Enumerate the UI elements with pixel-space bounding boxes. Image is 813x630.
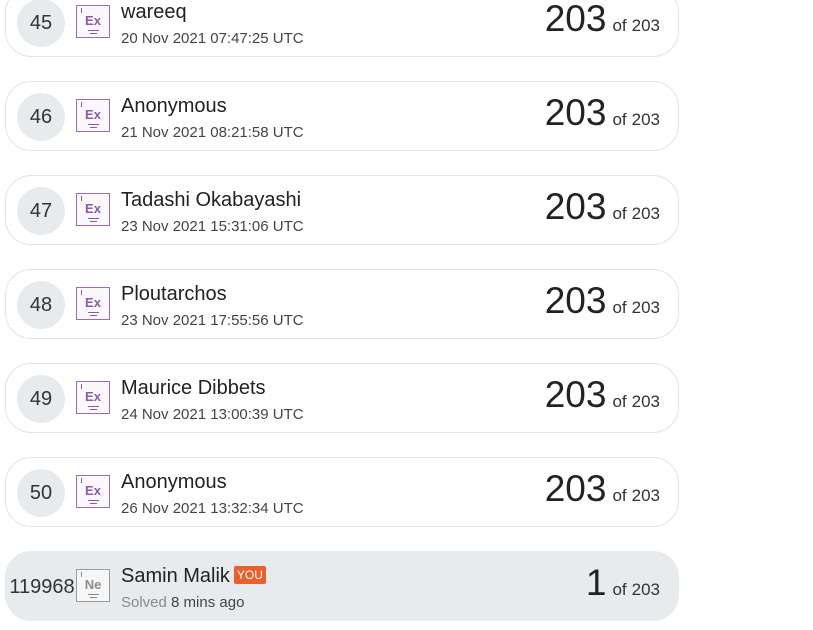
solved-label: Solved — [121, 594, 167, 611]
user-name[interactable]: Anonymous — [121, 471, 227, 494]
score-of-label: of — [612, 204, 627, 223]
rank-number: 49 — [17, 375, 65, 423]
score-total: 203 — [631, 16, 660, 35]
badge-label: Ex — [85, 295, 101, 310]
user-name[interactable]: Maurice Dibbets — [121, 377, 266, 400]
score-of-label: of — [612, 392, 627, 411]
you-badge: YOU — [233, 566, 266, 584]
leaderboard-row: 49 Ex Maurice Dibbets 24 Nov 2021 13:00:… — [5, 363, 679, 433]
solve-time: 21 Nov 2021 08:21:58 UTC — [121, 124, 304, 141]
score-total: 203 — [631, 580, 660, 599]
rank-number: 119968 — [9, 575, 75, 598]
score: 203 of 203 — [545, 0, 660, 40]
badge-label: Ex — [85, 13, 101, 28]
excellent-badge-icon: Ex — [76, 475, 110, 508]
user-name[interactable]: Ploutarchos — [121, 283, 227, 306]
score-of-label: of — [612, 486, 627, 505]
solve-time: 20 Nov 2021 07:47:25 UTC — [121, 30, 304, 47]
leaderboard-row: 45 Ex wareeq 20 Nov 2021 07:47:25 UTC 20… — [5, 0, 679, 57]
current-user-row: 119968 Ne Samin Malik YOU Solved 8 mins a… — [5, 551, 679, 621]
user-name[interactable]: Anonymous — [121, 95, 227, 118]
excellent-badge-icon: Ex — [76, 5, 110, 38]
badge-label: Ex — [85, 201, 101, 216]
rank-number: 47 — [17, 187, 65, 235]
badge-label: Ne — [84, 577, 102, 592]
excellent-badge-icon: Ex — [76, 381, 110, 414]
solve-time: 23 Nov 2021 15:31:06 UTC — [121, 218, 304, 235]
excellent-badge-icon: Ex — [76, 193, 110, 226]
newbie-badge-icon: Ne — [76, 569, 110, 602]
score-total: 203 — [631, 110, 660, 129]
score: 203 of 203 — [545, 280, 660, 322]
score: 203 of 203 — [545, 374, 660, 416]
score: 1 of 203 — [586, 562, 660, 604]
excellent-badge-icon: Ex — [76, 99, 110, 132]
score-value: 203 — [544, 92, 607, 133]
score-of-label: of — [612, 110, 627, 129]
user-name[interactable]: Tadashi Okabayashi — [121, 189, 301, 212]
score-total: 203 — [631, 204, 660, 223]
score-of-label: of — [612, 16, 627, 35]
solve-status: Solved 8 mins ago — [121, 594, 244, 611]
current-user-name[interactable]: Samin Malik — [121, 565, 230, 587]
score: 203 of 203 — [545, 92, 660, 134]
score-of-label: of — [612, 298, 627, 317]
score-value: 1 — [585, 562, 607, 603]
score-total: 203 — [631, 486, 660, 505]
score-total: 203 — [631, 298, 660, 317]
rank-number: 50 — [17, 469, 65, 517]
score-of-label: of — [612, 580, 627, 599]
badge-label: Ex — [85, 107, 101, 122]
leaderboard-row: 48 Ex Ploutarchos 23 Nov 2021 17:55:56 U… — [5, 269, 679, 339]
score: 203 of 203 — [545, 186, 660, 228]
rank-number: 45 — [17, 0, 65, 47]
solve-time: 24 Nov 2021 13:00:39 UTC — [121, 406, 304, 423]
solve-time: 26 Nov 2021 13:32:34 UTC — [121, 500, 304, 517]
score-value: 203 — [544, 468, 607, 509]
solved-ago: 8 mins ago — [171, 594, 245, 611]
user-name: Samin Malik YOU — [121, 565, 266, 588]
user-name[interactable]: wareeq — [121, 1, 187, 24]
score-value: 203 — [544, 186, 607, 227]
leaderboard-row: 46 Ex Anonymous 21 Nov 2021 08:21:58 UTC… — [5, 81, 679, 151]
rank-number: 48 — [17, 281, 65, 329]
score: 203 of 203 — [545, 468, 660, 510]
score-value: 203 — [544, 374, 607, 415]
leaderboard-row: 50 Ex Anonymous 26 Nov 2021 13:32:34 UTC… — [5, 457, 679, 527]
score-total: 203 — [631, 392, 660, 411]
rank-number: 46 — [17, 93, 65, 141]
score-value: 203 — [544, 280, 607, 321]
score-value: 203 — [544, 0, 607, 39]
leaderboard-row: 47 Ex Tadashi Okabayashi 23 Nov 2021 15:… — [5, 175, 679, 245]
badge-label: Ex — [85, 483, 101, 498]
excellent-badge-icon: Ex — [76, 287, 110, 320]
solve-time: 23 Nov 2021 17:55:56 UTC — [121, 312, 304, 329]
badge-label: Ex — [85, 389, 101, 404]
